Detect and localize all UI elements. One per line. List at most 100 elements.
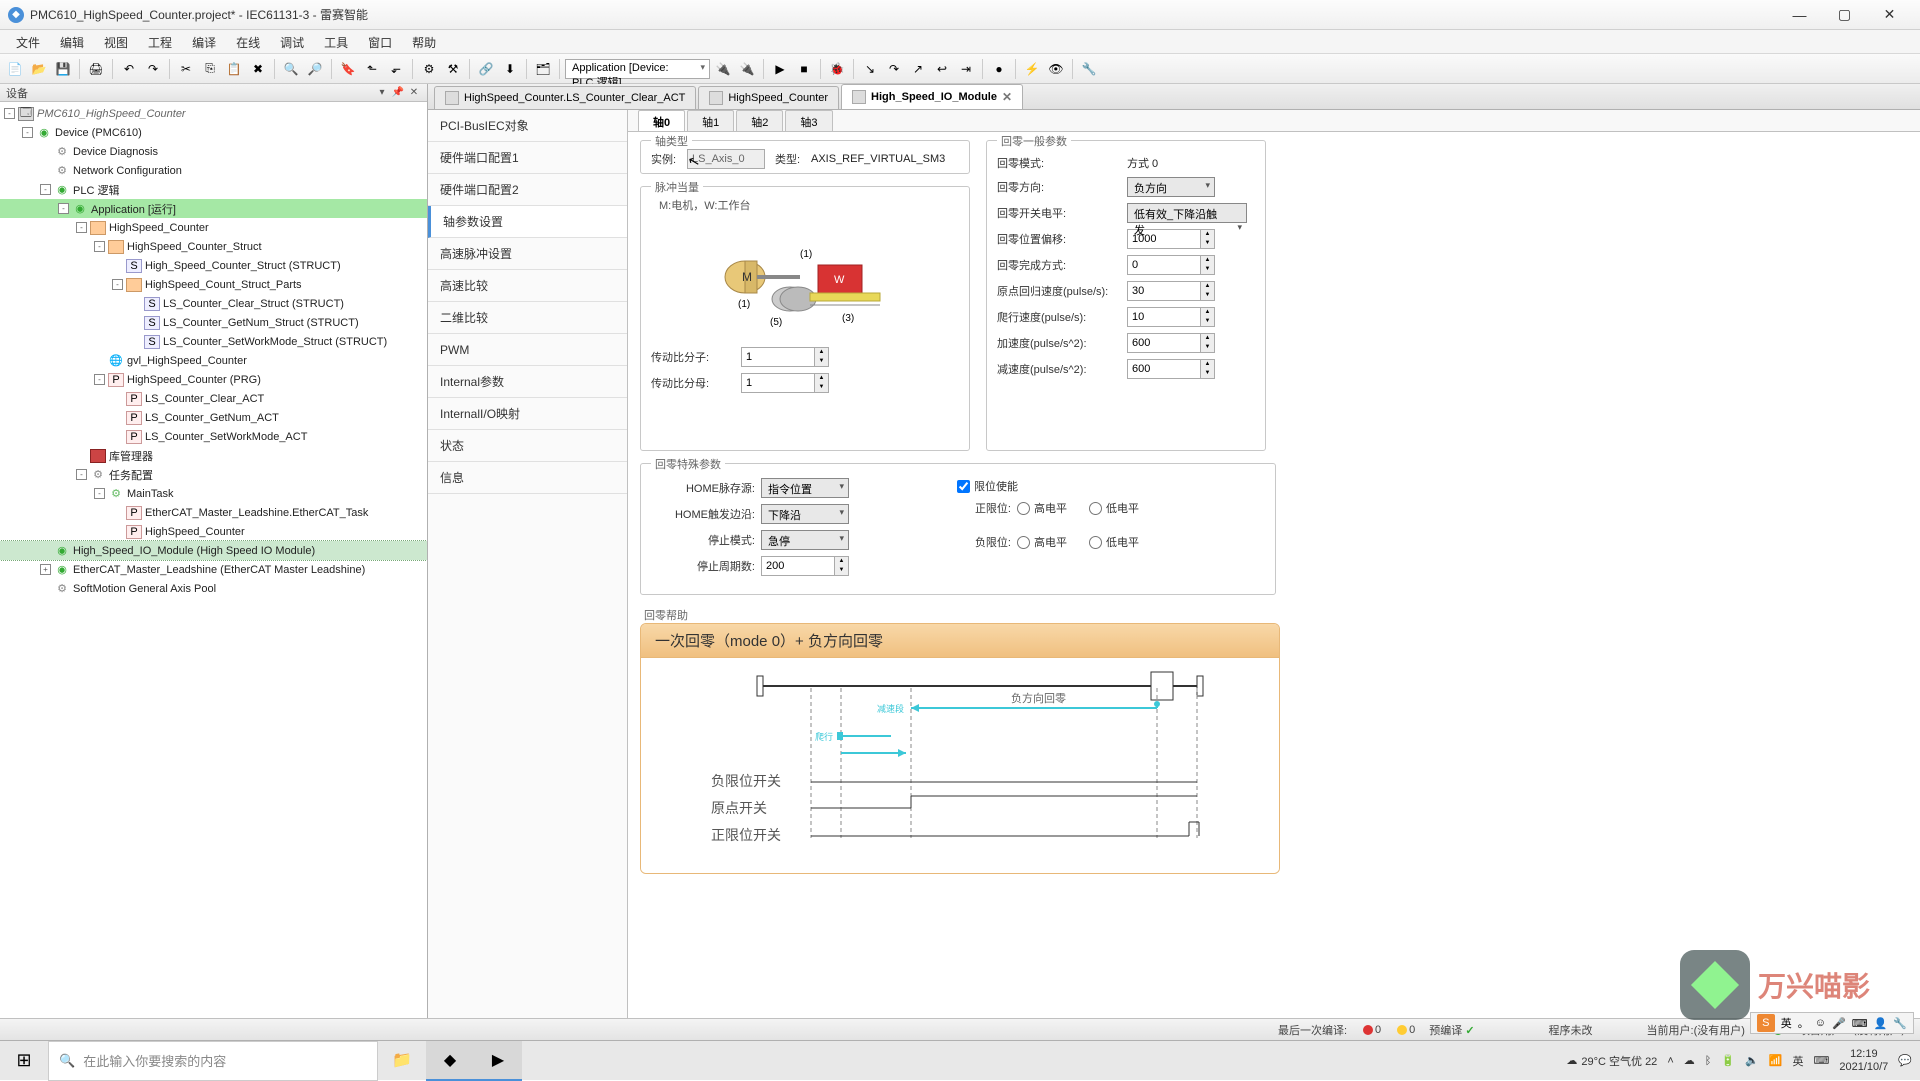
tree-item[interactable]: -HighSpeed_Counter bbox=[0, 218, 427, 237]
taskbar-explorer[interactable]: 📁 bbox=[378, 1041, 426, 1081]
find-icon[interactable]: 🔍 bbox=[280, 58, 302, 80]
print-icon[interactable]: 🖨 bbox=[85, 58, 107, 80]
ime-tool-icon[interactable]: 🔧 bbox=[1893, 1017, 1907, 1030]
stop-mode-combo[interactable]: 急停 bbox=[761, 530, 849, 550]
build-icon[interactable]: ⚙ bbox=[418, 58, 440, 80]
login-icon[interactable]: 🔗 bbox=[475, 58, 497, 80]
application-selector[interactable]: Application [Device: PLC 逻辑] bbox=[565, 59, 710, 79]
menu-窗口[interactable]: 窗口 bbox=[358, 30, 402, 53]
connect-icon[interactable]: 🔌 bbox=[712, 58, 734, 80]
tray-keyboard-icon[interactable]: ⌨ bbox=[1813, 1054, 1829, 1067]
force-icon[interactable]: ⚡ bbox=[1021, 58, 1043, 80]
tree-item[interactable]: PLS_Counter_Clear_ACT bbox=[0, 389, 427, 408]
tree-item[interactable]: PHighSpeed_Counter bbox=[0, 522, 427, 541]
tree-item[interactable]: 🌐gvl_HighSpeed_Counter bbox=[0, 351, 427, 370]
tree-twisty[interactable]: - bbox=[112, 279, 123, 290]
sidenav-item[interactable]: 二维比较 bbox=[428, 302, 627, 334]
taskbar-search[interactable]: 🔍 在此输入你要搜索的内容 bbox=[48, 1041, 378, 1081]
limit-enable-checkbox[interactable]: 限位使能 bbox=[957, 478, 1087, 494]
cut-icon[interactable]: ✂ bbox=[175, 58, 197, 80]
tray-bluetooth-icon[interactable]: ᛒ bbox=[1705, 1055, 1712, 1067]
neg-limit-low-radio[interactable]: 低电平 bbox=[1089, 534, 1145, 550]
close-button[interactable]: ✕ bbox=[1867, 1, 1912, 29]
home-speed-spinner[interactable]: ▲▼ bbox=[1127, 281, 1215, 301]
editor-tab[interactable]: HighSpeed_Counter bbox=[698, 86, 839, 109]
home-src-combo[interactable]: 指令位置 bbox=[761, 478, 849, 498]
tree-item[interactable]: SLS_Counter_SetWorkMode_Struct (STRUCT) bbox=[0, 332, 427, 351]
tree-twisty[interactable]: - bbox=[4, 108, 15, 119]
project-icon[interactable]: 🗂 bbox=[532, 58, 554, 80]
sidenav-item[interactable]: InternalI/O映射 bbox=[428, 398, 627, 430]
tree-item[interactable]: ⚙Device Diagnosis bbox=[0, 142, 427, 161]
sidenav-item[interactable]: 硬件端口配置1 bbox=[428, 142, 627, 174]
new-icon[interactable]: 📄 bbox=[4, 58, 26, 80]
tree-item[interactable]: 库管理器 bbox=[0, 446, 427, 465]
tree-item[interactable]: SLS_Counter_GetNum_Struct (STRUCT) bbox=[0, 313, 427, 332]
tree-item[interactable]: ◉High_Speed_IO_Module (High Speed IO Mod… bbox=[0, 541, 427, 560]
system-clock[interactable]: 12:19 2021/10/7 bbox=[1839, 1048, 1888, 1074]
menu-视图[interactable]: 视图 bbox=[94, 30, 138, 53]
debug-icon[interactable]: 🐞 bbox=[826, 58, 848, 80]
axis-tab[interactable]: 轴1 bbox=[687, 110, 734, 131]
watch-icon[interactable]: 👁 bbox=[1045, 58, 1067, 80]
ime-bar[interactable]: S 英 。 ☺ 🎤 ⌨ 👤 🔧 bbox=[1750, 1012, 1914, 1034]
ime-mic-icon[interactable]: 🎤 bbox=[1832, 1017, 1846, 1030]
step-out-icon[interactable]: ↗ bbox=[907, 58, 929, 80]
tree-item[interactable]: PLS_Counter_SetWorkMode_ACT bbox=[0, 427, 427, 446]
findnext-icon[interactable]: 🔎 bbox=[304, 58, 326, 80]
run-icon[interactable]: ▶ bbox=[769, 58, 791, 80]
step-into-icon[interactable]: ↘ bbox=[859, 58, 881, 80]
menu-调试[interactable]: 调试 bbox=[270, 30, 314, 53]
tree-twisty[interactable]: + bbox=[40, 564, 51, 575]
open-icon[interactable]: 📂 bbox=[28, 58, 50, 80]
panel-dropdown-icon[interactable]: ▾ bbox=[375, 87, 389, 98]
tray-ime-icon[interactable]: 英 bbox=[1792, 1053, 1803, 1069]
sidenav-item[interactable]: 硬件端口配置2 bbox=[428, 174, 627, 206]
pos-limit-low-radio[interactable]: 低电平 bbox=[1089, 500, 1145, 516]
menu-文件[interactable]: 文件 bbox=[6, 30, 50, 53]
tree-twisty[interactable]: - bbox=[94, 488, 105, 499]
tree-item[interactable]: PLS_Counter_GetNum_ACT bbox=[0, 408, 427, 427]
taskbar-app1[interactable]: ◆ bbox=[426, 1041, 474, 1081]
tree-twisty[interactable]: - bbox=[76, 469, 87, 480]
tree-twisty[interactable]: - bbox=[76, 222, 87, 233]
menu-帮助[interactable]: 帮助 bbox=[402, 30, 446, 53]
sidenav-item[interactable]: 状态 bbox=[428, 430, 627, 462]
ime-punct-icon[interactable]: 。 bbox=[1798, 1015, 1809, 1031]
done-mode-spinner[interactable]: ▲▼ bbox=[1127, 255, 1215, 275]
copy-icon[interactable]: ⎘ bbox=[199, 58, 221, 80]
axis-tab[interactable]: 轴0 bbox=[638, 110, 685, 131]
ratio-den-spinner[interactable]: ▲▼ bbox=[741, 373, 829, 393]
ratio-num-spinner[interactable]: ▲▼ bbox=[741, 347, 829, 367]
tree-item[interactable]: ⚙SoftMotion General Axis Pool bbox=[0, 579, 427, 598]
weather-widget[interactable]: ☁ 29°C 空气优 22 bbox=[1566, 1053, 1657, 1069]
ime-emoji-icon[interactable]: ☺ bbox=[1815, 1017, 1826, 1029]
tree-item[interactable]: -🗔PMC610_HighSpeed_Counter bbox=[0, 104, 427, 123]
menu-在线[interactable]: 在线 bbox=[226, 30, 270, 53]
bookmark-icon[interactable]: 🔖 bbox=[337, 58, 359, 80]
tree-twisty[interactable]: - bbox=[22, 127, 33, 138]
tree-item[interactable]: -⚙MainTask bbox=[0, 484, 427, 503]
taskbar-app2[interactable]: ▶ bbox=[474, 1041, 522, 1081]
sidenav-item[interactable]: 信息 bbox=[428, 462, 627, 494]
tree-item[interactable]: -PHighSpeed_Counter (PRG) bbox=[0, 370, 427, 389]
tree-twisty[interactable]: - bbox=[58, 203, 69, 214]
dec-spinner[interactable]: ▲▼ bbox=[1127, 359, 1215, 379]
axis-tab[interactable]: 轴3 bbox=[785, 110, 832, 131]
redo-icon[interactable]: ↷ bbox=[142, 58, 164, 80]
sidenav-item[interactable]: 轴参数设置 bbox=[428, 206, 627, 238]
breakpoint-icon[interactable]: ● bbox=[988, 58, 1010, 80]
tray-battery-icon[interactable]: 🔋 bbox=[1721, 1054, 1735, 1067]
tree-item[interactable]: -HighSpeed_Count_Struct_Parts bbox=[0, 275, 427, 294]
menu-工具[interactable]: 工具 bbox=[314, 30, 358, 53]
editor-tab[interactable]: High_Speed_IO_Module✕ bbox=[841, 84, 1023, 109]
start-button[interactable]: ⊞ bbox=[0, 1041, 48, 1081]
neg-limit-high-radio[interactable]: 高电平 bbox=[1017, 534, 1073, 550]
panel-pin-icon[interactable]: 📌 bbox=[391, 87, 405, 98]
tray-volume-icon[interactable]: 🔈 bbox=[1745, 1054, 1759, 1067]
tree-item[interactable]: -⚙任务配置 bbox=[0, 465, 427, 484]
paste-icon[interactable]: 📋 bbox=[223, 58, 245, 80]
minimize-button[interactable]: — bbox=[1777, 1, 1822, 29]
disconnect-icon[interactable]: 🔌 bbox=[736, 58, 758, 80]
ime-user-icon[interactable]: 👤 bbox=[1874, 1017, 1888, 1030]
